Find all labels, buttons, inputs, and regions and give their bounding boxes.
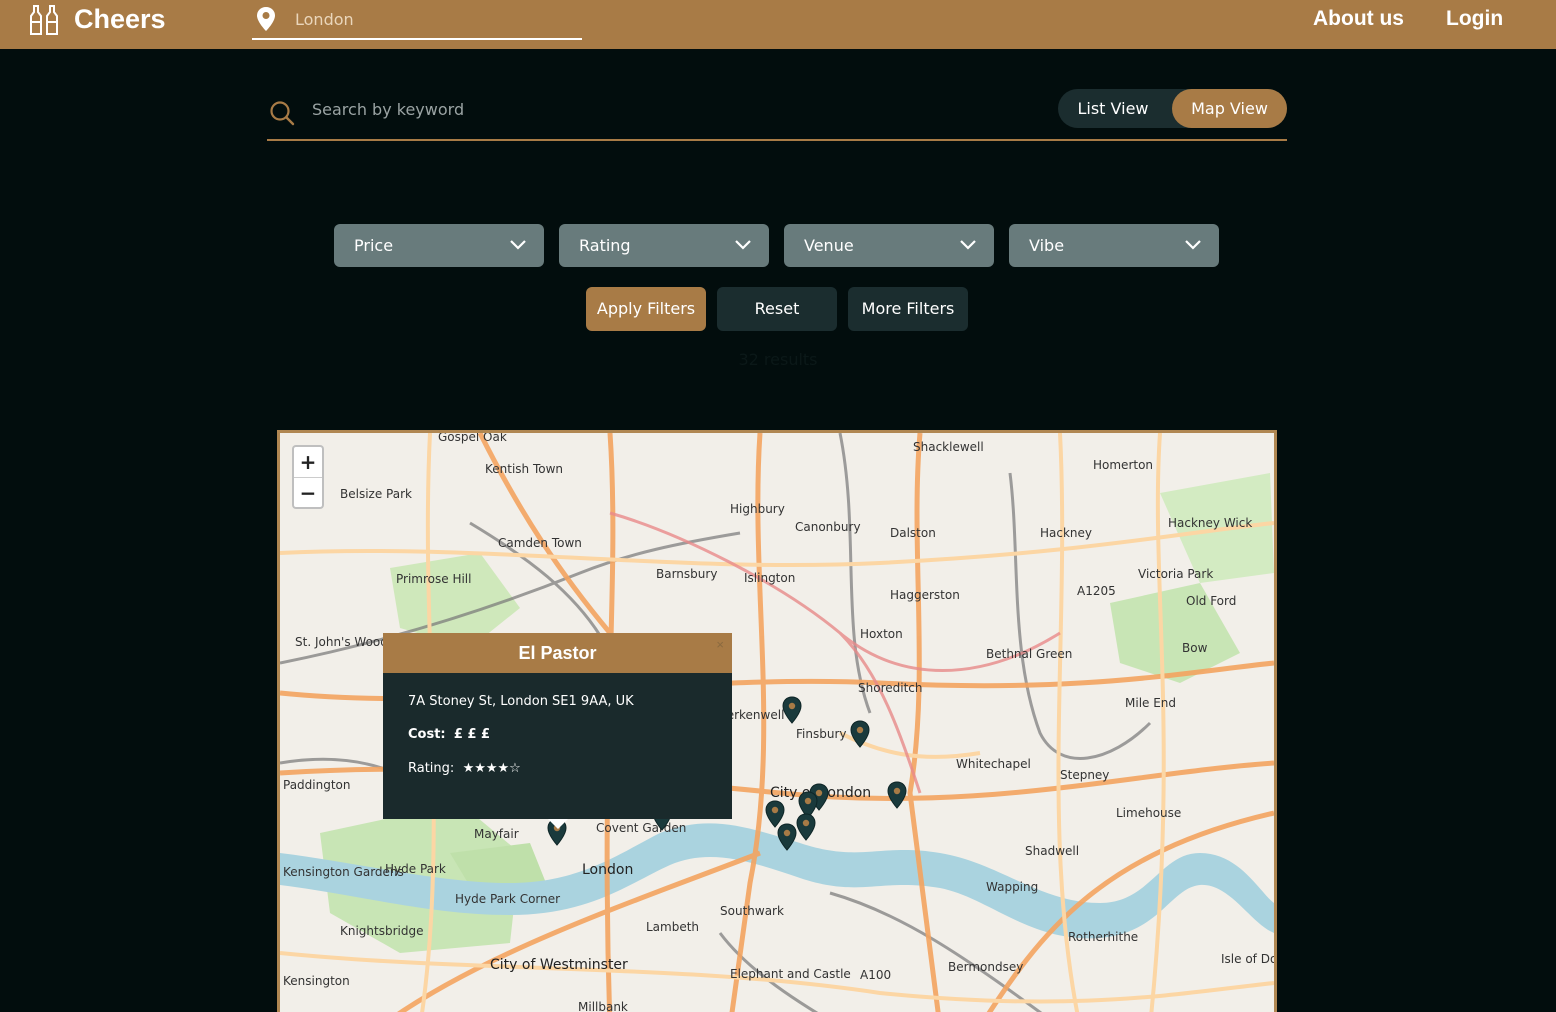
- popup-close-button[interactable]: ×: [716, 625, 724, 665]
- rating-filter-label: Rating: [579, 236, 631, 255]
- map-label: Paddington: [283, 778, 351, 792]
- zoom-control: + −: [292, 445, 324, 509]
- map-label: Primrose Hill: [396, 572, 471, 586]
- keyword-search-input[interactable]: [312, 100, 1012, 119]
- map-label: Mile End: [1125, 696, 1176, 710]
- map-label: Haggerston: [890, 588, 960, 602]
- apply-filters-button[interactable]: Apply Filters: [586, 287, 706, 331]
- popup-cost-row: Cost: £ £ £: [408, 727, 490, 742]
- venue-marker-icon[interactable]: [796, 813, 816, 841]
- map-label: Bermondsey: [948, 960, 1023, 974]
- venue-marker-icon[interactable]: [777, 823, 797, 851]
- brand[interactable]: Cheers: [28, 2, 166, 36]
- map-label: Southwark: [720, 904, 784, 918]
- more-filters-button[interactable]: More Filters: [848, 287, 968, 331]
- chevron-down-icon: [735, 240, 751, 250]
- map-label: Finsbury: [796, 727, 846, 741]
- top-navbar: Cheers About us Login: [0, 0, 1556, 49]
- view-toggle: List View Map View: [1058, 89, 1287, 128]
- popup-header: El Pastor ×: [383, 633, 732, 673]
- map-label: Covent Garden: [596, 821, 686, 835]
- map-label: Mayfair: [474, 827, 519, 841]
- brand-name: Cheers: [74, 3, 166, 34]
- popup-title: El Pastor: [518, 643, 597, 663]
- map-label: Knightsbridge: [340, 924, 424, 938]
- results-count: 32 results: [738, 350, 818, 369]
- map-label: Barnsbury: [656, 567, 717, 581]
- price-filter-dropdown[interactable]: Price: [334, 224, 544, 267]
- map-label: Isle of Dogs: [1221, 952, 1274, 966]
- keyword-search-bar: List View Map View: [267, 85, 1287, 141]
- venue-filter-label: Venue: [804, 236, 854, 255]
- reset-button[interactable]: Reset: [717, 287, 837, 331]
- price-filter-label: Price: [354, 236, 394, 255]
- map-label: Victoria Park: [1138, 567, 1213, 581]
- zoom-out-button[interactable]: −: [294, 477, 322, 507]
- map-label: Shadwell: [1025, 844, 1079, 858]
- map-label: London: [582, 862, 633, 878]
- map-label: Bethnal Green: [986, 647, 1072, 661]
- venue-filter-dropdown[interactable]: Venue: [784, 224, 994, 267]
- map-label: Dalston: [890, 526, 936, 540]
- popup-tip: [548, 819, 568, 829]
- map-label: Hyde Park Corner: [455, 892, 560, 906]
- chevron-down-icon: [1185, 240, 1201, 250]
- map-label: Hackney Wick: [1168, 516, 1252, 530]
- map-label: Canonbury: [795, 520, 861, 534]
- popup-address: 7A Stoney St, London SE1 9AA, UK: [408, 694, 634, 709]
- venue-popup: El Pastor × 7A Stoney St, London SE1 9AA…: [383, 633, 732, 829]
- map-label: Kensington: [283, 974, 350, 988]
- map-label: Belsize Park: [340, 487, 412, 501]
- popup-rating-stars: ★★★★☆: [462, 761, 521, 776]
- map-label: Rotherhithe: [1068, 930, 1138, 944]
- location-pin-icon: [257, 7, 275, 31]
- map-label: Whitechapel: [956, 757, 1031, 771]
- rating-filter-dropdown[interactable]: Rating: [559, 224, 769, 267]
- map-label: Elephant and Castle: [730, 967, 851, 981]
- zoom-in-button[interactable]: +: [294, 447, 322, 477]
- chevron-down-icon: [510, 240, 526, 250]
- map-label: Limehouse: [1116, 806, 1181, 820]
- about-us-link[interactable]: About us: [1313, 7, 1404, 31]
- location-field[interactable]: [252, 0, 582, 40]
- map-label: Stepney: [1060, 768, 1109, 782]
- map-label: St. John's Wood: [295, 635, 388, 649]
- venue-marker-icon[interactable]: [850, 720, 870, 748]
- map-label: A1205: [1077, 584, 1116, 598]
- map-label: Old Ford: [1186, 594, 1236, 608]
- map-label: Gospel Oak: [438, 433, 507, 444]
- map-label: A100: [860, 968, 891, 982]
- chevron-down-icon: [960, 240, 976, 250]
- login-link[interactable]: Login: [1446, 7, 1503, 31]
- map-label: Kentish Town: [485, 462, 563, 476]
- map-label: Kensington Gardens: [283, 865, 404, 879]
- map-label: Bow: [1182, 641, 1208, 655]
- map-label: Camden Town: [498, 536, 582, 550]
- popup-cost-label: Cost:: [408, 727, 446, 742]
- map-label: Shacklewell: [913, 440, 984, 454]
- map-label: Hoxton: [860, 627, 903, 641]
- venue-marker-icon[interactable]: [887, 781, 907, 809]
- popup-rating-row: Rating: ★★★★☆: [408, 761, 521, 776]
- popup-rating-label: Rating:: [408, 761, 455, 776]
- vibe-filter-label: Vibe: [1029, 236, 1065, 255]
- map-label: City of Westminster: [490, 957, 628, 973]
- vibe-filter-dropdown[interactable]: Vibe: [1009, 224, 1219, 267]
- map-label: Lambeth: [646, 920, 699, 934]
- map-label: Hackney: [1040, 526, 1092, 540]
- map-label: Shoreditch: [858, 681, 922, 695]
- cheers-bottles-icon: [30, 5, 58, 35]
- venue-marker-icon[interactable]: [782, 696, 802, 724]
- location-input[interactable]: [295, 9, 555, 29]
- map-label: Wapping: [986, 880, 1038, 894]
- map-label: Millbank: [578, 1000, 628, 1012]
- map-view[interactable]: Gospel Oak Kentish Town Belsize Park Hig…: [277, 430, 1277, 1012]
- list-view-toggle[interactable]: List View: [1058, 89, 1168, 128]
- map-view-toggle[interactable]: Map View: [1172, 89, 1287, 128]
- map-label: Islington: [744, 571, 795, 585]
- map-label: Highbury: [730, 502, 785, 516]
- search-icon: [270, 101, 295, 126]
- popup-cost-value: £ £ £: [453, 727, 491, 742]
- map-label: Homerton: [1093, 458, 1153, 472]
